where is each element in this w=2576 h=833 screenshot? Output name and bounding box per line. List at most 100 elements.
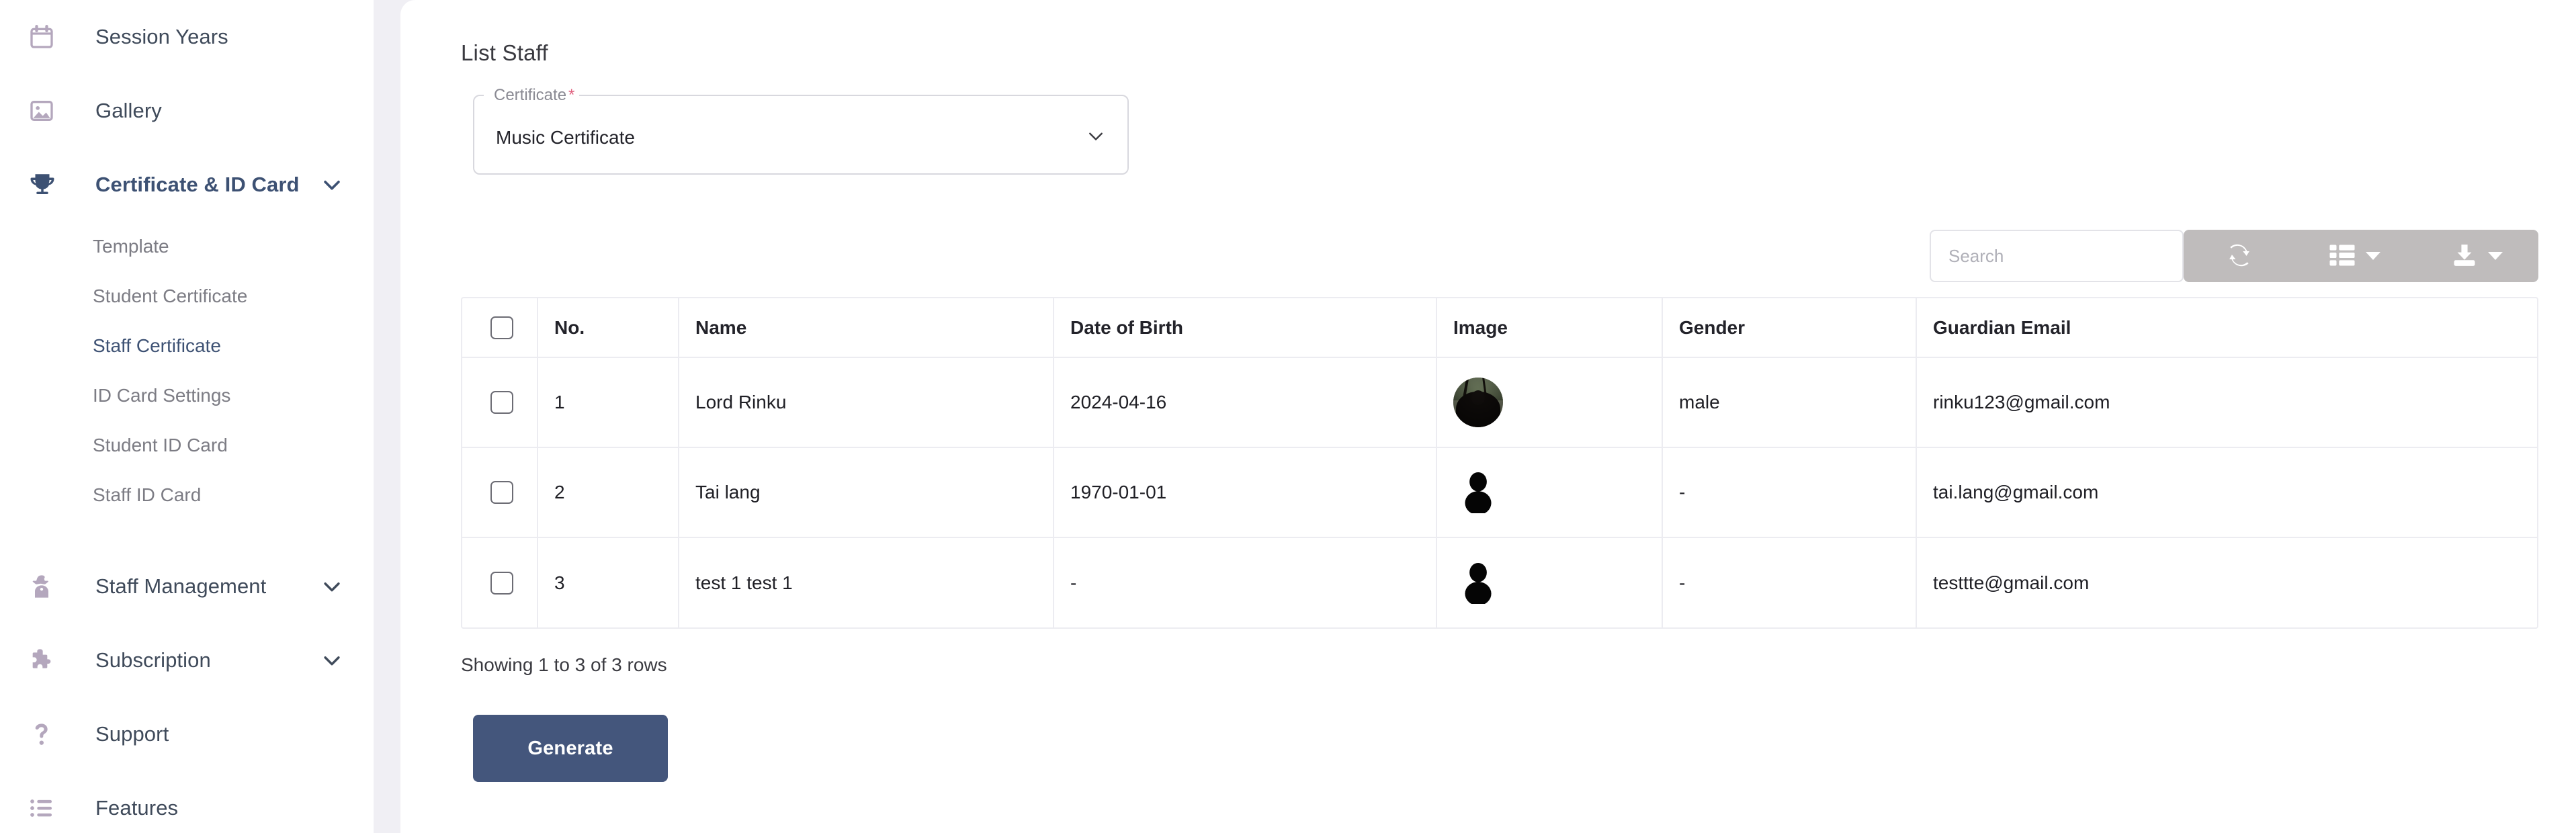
row-checkbox[interactable] xyxy=(490,481,513,504)
sidebar-item-gallery[interactable]: Gallery xyxy=(0,74,374,148)
list-icon xyxy=(28,795,63,822)
cell-gender: - xyxy=(1662,447,1917,538)
columns-list-icon xyxy=(2329,244,2355,269)
staff-table-container: No. Name Date of Birth Image Gender Guar… xyxy=(461,297,2538,629)
question-mark-icon xyxy=(28,721,63,748)
row-select-cell xyxy=(462,537,538,627)
table-row[interactable]: 3 test 1 test 1 - - testtte@gmail.com xyxy=(462,537,2537,627)
cell-dob: 1970-01-01 xyxy=(1054,447,1437,538)
refresh-button[interactable] xyxy=(2184,230,2294,282)
sidebar-item-subscription[interactable]: Subscription xyxy=(0,623,374,697)
cell-guardian-email: testtte@gmail.com xyxy=(1933,572,2090,593)
detective-icon xyxy=(28,573,63,600)
main-content: List Staff Certificate * Certificate* Mu… xyxy=(400,0,2576,833)
cell-name: Lord Rinku xyxy=(679,357,1054,448)
puzzle-icon xyxy=(28,647,63,674)
sidebar-item-label: Certificate & ID Card xyxy=(95,173,300,196)
person-placeholder-icon xyxy=(1453,468,1503,517)
table-header-row: No. Name Date of Birth Image Gender Guar… xyxy=(462,298,2537,358)
avatar xyxy=(1453,378,1503,427)
certificate-label-text: Certificate xyxy=(494,86,567,104)
column-header-gender[interactable]: Gender xyxy=(1662,298,1917,358)
sidebar-item-certificate-id-card[interactable]: Certificate & ID Card xyxy=(0,148,374,222)
cell-guardian-email: rinku123@gmail.com xyxy=(1916,357,2537,448)
column-header-no[interactable]: No. xyxy=(538,298,679,358)
app-root: Session Years Gallery Certificate & ID C… xyxy=(0,0,2576,833)
cell-dob: 2024-04-16 xyxy=(1054,357,1437,448)
calendar-icon xyxy=(28,24,63,50)
sidebar-subitem-label: Template xyxy=(93,236,169,257)
sidebar-item-staff-management[interactable]: Staff Management xyxy=(0,550,374,623)
sidebar-item-session-years[interactable]: Session Years xyxy=(0,0,374,74)
generate-button[interactable]: Generate xyxy=(473,715,668,782)
trophy-icon xyxy=(28,171,63,199)
sidebar: Session Years Gallery Certificate & ID C… xyxy=(0,0,374,833)
sidebar-item-features[interactable]: Features xyxy=(0,771,374,833)
sidebar-subitem-id-card-settings[interactable]: ID Card Settings xyxy=(0,371,374,421)
chevron-down-icon[interactable] xyxy=(318,171,345,198)
sidebar-subitem-label: Staff Certificate xyxy=(93,335,221,356)
staff-table: No. Name Date of Birth Image Gender Guar… xyxy=(462,298,2537,627)
sidebar-item-label: Session Years xyxy=(95,25,228,48)
sidebar-subitem-label: Staff ID Card xyxy=(93,484,202,505)
caret-down-icon xyxy=(2366,252,2380,260)
column-header-dob[interactable]: Date of Birth xyxy=(1054,298,1437,358)
cell-guardian-email: tai.lang@gmail.com xyxy=(1916,447,2537,538)
chevron-down-icon[interactable] xyxy=(1086,126,1106,150)
sidebar-item-support[interactable]: Support xyxy=(0,697,374,771)
table-toolbar xyxy=(461,230,2576,282)
cell-gender: - xyxy=(1662,537,1917,627)
required-marker: * xyxy=(568,86,575,104)
sidebar-item-label: Support xyxy=(95,722,169,746)
cell-image xyxy=(1436,357,1663,448)
row-checkbox[interactable] xyxy=(490,391,513,414)
export-button[interactable] xyxy=(2416,230,2538,282)
certificate-select-label: Certificate * xyxy=(488,86,581,105)
certificate-select-value[interactable]: Music Certificate xyxy=(473,101,1129,175)
row-checkbox[interactable] xyxy=(490,571,513,595)
cell-no: 1 xyxy=(538,357,679,448)
chevron-down-icon[interactable] xyxy=(318,647,345,674)
chevron-down-icon[interactable] xyxy=(318,573,345,600)
sidebar-subitem-template[interactable]: Template xyxy=(0,222,374,271)
sidebar-item-label: Staff Management xyxy=(95,574,267,598)
sidebar-subitem-label: Student ID Card xyxy=(93,435,228,455)
content-gutter xyxy=(374,0,400,833)
table-body: 1 Lord Rinku 2024-04-16 male rinku123@gm… xyxy=(462,357,2537,627)
cell-name: Tai lang xyxy=(679,447,1054,538)
sidebar-subitem-label: Student Certificate xyxy=(93,286,248,306)
toolbar-button-group xyxy=(2184,230,2538,282)
search-input[interactable] xyxy=(1930,230,2184,282)
table-row[interactable]: 2 Tai lang 1970-01-01 - tai.lang@gmail.c… xyxy=(462,447,2537,538)
cell-no: 3 xyxy=(538,537,679,627)
columns-button[interactable] xyxy=(2294,230,2416,282)
sidebar-subitem-staff-certificate[interactable]: Staff Certificate xyxy=(0,321,374,371)
image-icon xyxy=(28,97,63,124)
refresh-icon xyxy=(2227,243,2251,269)
sidebar-subitem-student-id-card[interactable]: Student ID Card xyxy=(0,421,374,470)
download-icon xyxy=(2452,243,2477,269)
row-select-cell xyxy=(462,447,538,538)
sidebar-subitem-label: ID Card Settings xyxy=(93,385,231,406)
sidebar-subitem-student-certificate[interactable]: Student Certificate xyxy=(0,271,374,321)
cell-image xyxy=(1436,537,1663,627)
column-header-image[interactable]: Image xyxy=(1436,298,1663,358)
person-placeholder-icon xyxy=(1453,558,1503,608)
sidebar-item-label: Subscription xyxy=(95,648,211,672)
cell-gender: male xyxy=(1662,357,1917,448)
cell-image xyxy=(1436,447,1663,538)
rows-info: Showing 1 to 3 of 3 rows xyxy=(461,654,667,675)
page-title: List Staff xyxy=(461,40,548,65)
sidebar-subitem-staff-id-card[interactable]: Staff ID Card xyxy=(0,470,374,520)
cell-dob: - xyxy=(1054,537,1437,627)
cell-name: test 1 test 1 xyxy=(679,537,1054,627)
column-header-name[interactable]: Name xyxy=(679,298,1054,358)
select-all-header xyxy=(462,298,538,358)
select-all-checkbox[interactable] xyxy=(490,316,513,339)
table-row[interactable]: 1 Lord Rinku 2024-04-16 male rinku123@gm… xyxy=(462,357,2537,448)
certificate-select[interactable]: Certificate * Certificate* Music Certifi… xyxy=(473,86,1129,175)
row-select-cell xyxy=(462,357,538,448)
cell-no: 2 xyxy=(538,447,679,538)
column-header-guardian-email[interactable]: Guardian Email xyxy=(1916,298,2537,358)
